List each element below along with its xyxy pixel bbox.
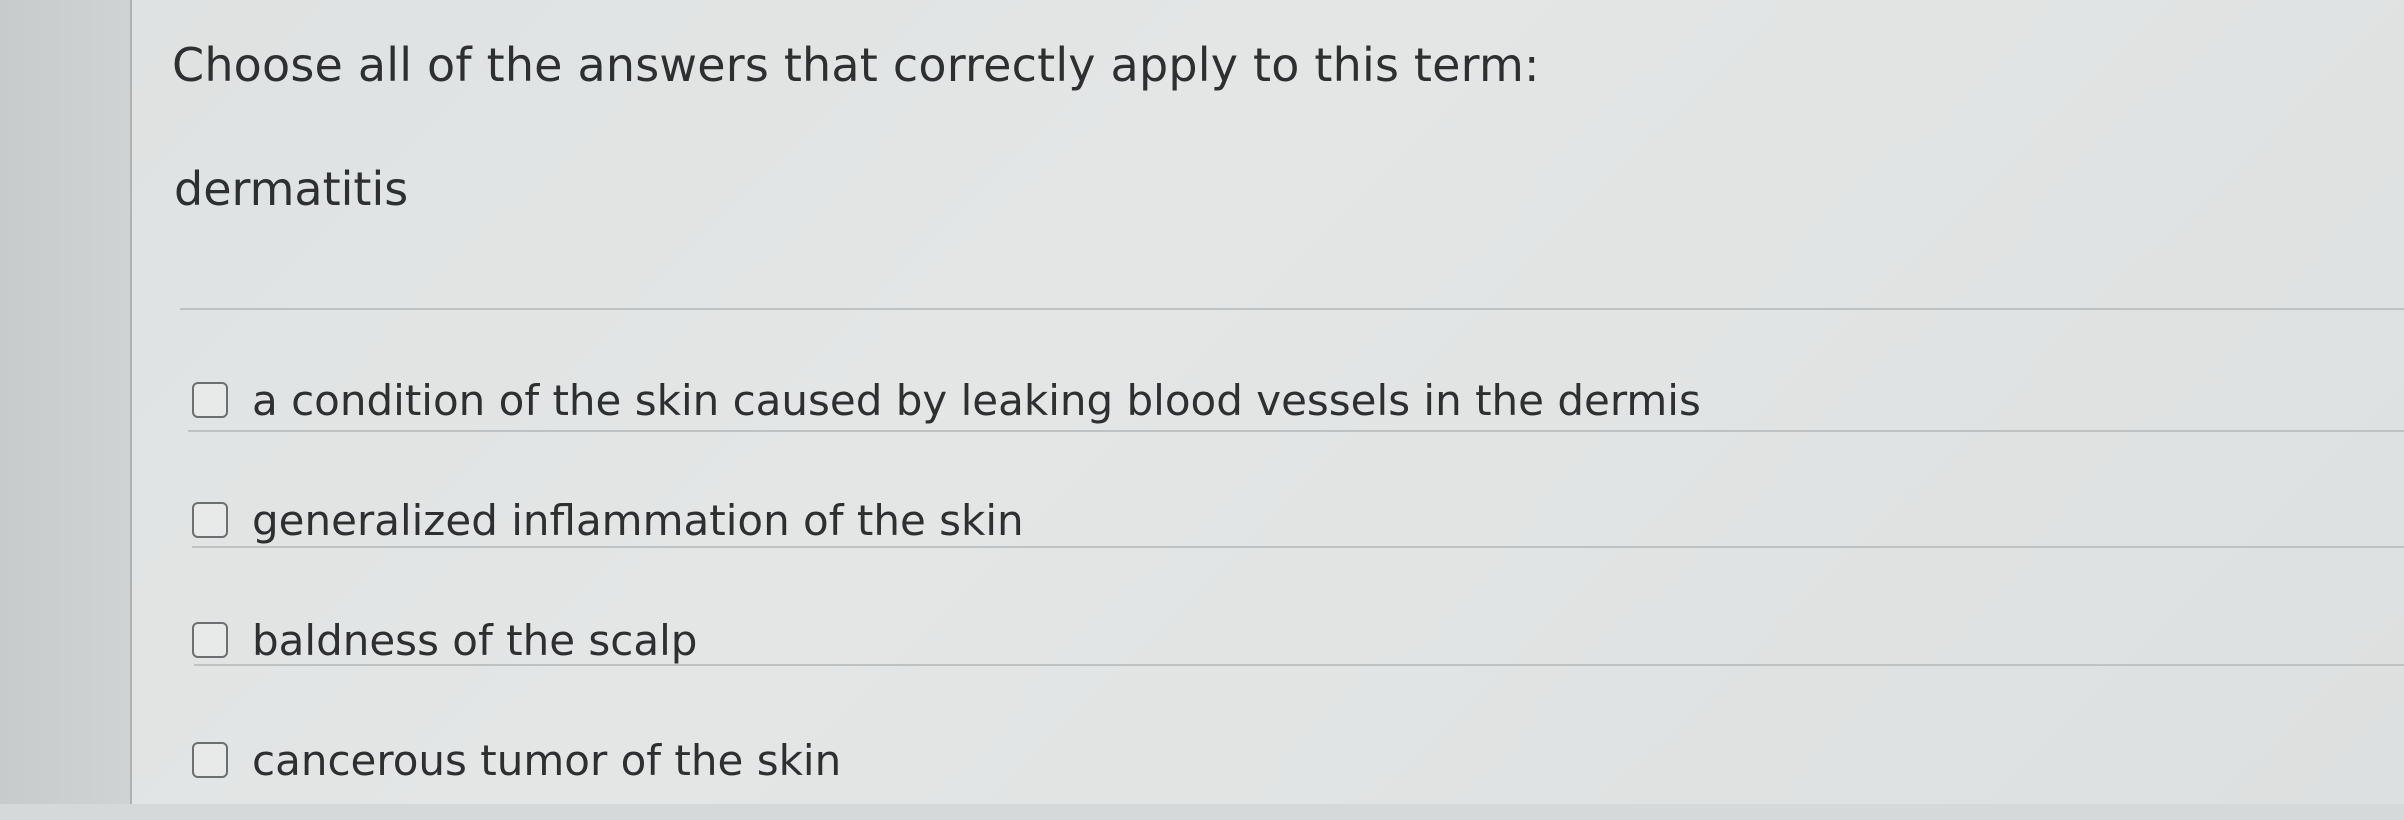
checkbox-option-2[interactable] — [192, 502, 228, 538]
checkbox-option-1[interactable] — [192, 382, 228, 418]
divider — [194, 664, 2404, 666]
checkbox-option-3[interactable] — [192, 622, 228, 658]
question-prompt: Choose all of the answers that correctly… — [172, 38, 1540, 92]
answer-option-2[interactable]: generalized inflammation of the skin — [192, 460, 2352, 580]
answer-option-1[interactable]: a condition of the skin caused by leakin… — [192, 340, 2352, 460]
answer-option-4[interactable]: cancerous tumor of the skin — [192, 700, 2352, 820]
answer-options: a condition of the skin caused by leakin… — [192, 340, 2352, 820]
answer-option-label: baldness of the scalp — [252, 615, 698, 665]
answer-option-3[interactable]: baldness of the scalp — [192, 580, 2352, 700]
answer-option-label: generalized inflammation of the skin — [252, 495, 1024, 545]
question-term: dermatitis — [174, 162, 409, 216]
divider — [192, 546, 2404, 548]
answer-option-label: a condition of the skin caused by leakin… — [252, 375, 1701, 425]
left-gutter — [0, 0, 130, 804]
checkbox-option-4[interactable] — [192, 742, 228, 778]
divider — [180, 308, 2404, 310]
question-panel: Choose all of the answers that correctly… — [132, 0, 2404, 804]
answer-option-label: cancerous tumor of the skin — [252, 735, 842, 785]
divider — [188, 430, 2404, 432]
